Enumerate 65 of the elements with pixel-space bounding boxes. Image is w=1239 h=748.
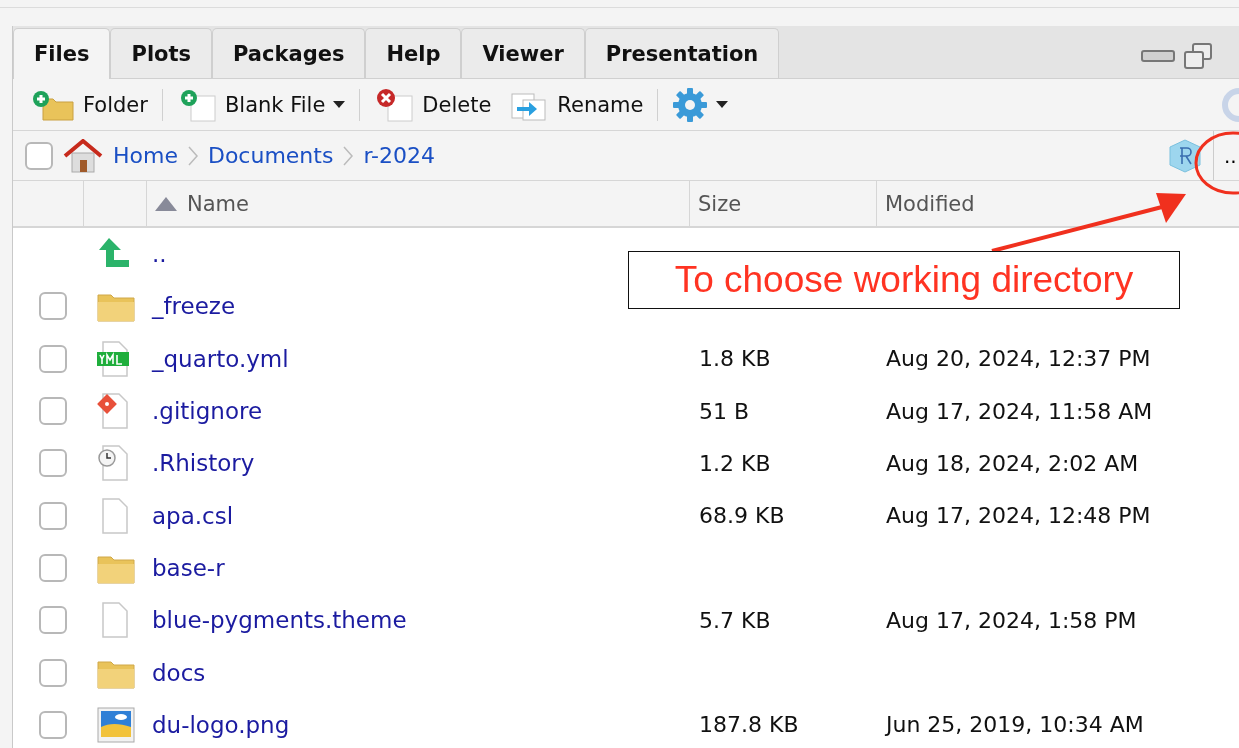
file-name-link[interactable]: .Rhistory bbox=[152, 450, 255, 477]
toolbar-button[interactable]: Folder bbox=[27, 88, 152, 121]
tab[interactable]: Packages bbox=[212, 28, 366, 78]
row-checkbox[interactable] bbox=[39, 397, 67, 426]
sort-arrow-icon bbox=[155, 196, 177, 211]
file-name-link[interactable]: docs bbox=[152, 659, 206, 686]
select-all-checkbox[interactable] bbox=[25, 141, 53, 170]
file-size: 1.8 KB bbox=[698, 346, 771, 372]
minimize-icon[interactable] bbox=[1141, 49, 1175, 63]
breadcrumb-link[interactable]: Documents bbox=[207, 143, 334, 168]
toolbar-button[interactable]: Rename bbox=[505, 87, 648, 122]
file-name-link[interactable]: .gitignore bbox=[152, 398, 263, 425]
delete-icon bbox=[374, 87, 415, 122]
modified-date: Aug 17, 2024, 11:58 AM bbox=[885, 398, 1153, 424]
file-size: 1.2 KB bbox=[698, 450, 771, 476]
caret-icon bbox=[333, 101, 346, 108]
gear-icon bbox=[672, 86, 709, 123]
column-header[interactable]: Size bbox=[689, 181, 876, 226]
modified-date: Jun 25, 2019, 10:34 AM bbox=[884, 712, 1144, 738]
breadcrumb-link[interactable]: r-2024 bbox=[363, 143, 435, 168]
tab[interactable]: Plots bbox=[110, 28, 213, 78]
file-name-link[interactable]: blue-pygments.theme bbox=[152, 607, 407, 634]
chevron-icon bbox=[187, 145, 198, 166]
column-label: Size bbox=[698, 191, 742, 216]
toolbar-button[interactable]: Delete bbox=[370, 87, 496, 122]
caret-icon bbox=[716, 101, 729, 108]
tab[interactable]: Files bbox=[13, 28, 111, 79]
toolbar-button[interactable]: Blank File bbox=[172, 87, 350, 122]
row-checkbox[interactable] bbox=[39, 606, 67, 635]
modified-date: Aug 18, 2024, 2:02 AM bbox=[885, 450, 1139, 476]
annotation-label: To choose working directory bbox=[628, 251, 1180, 309]
home-icon[interactable] bbox=[63, 138, 103, 173]
file-size: 187.8 KB bbox=[698, 712, 799, 738]
file-name-link[interactable]: du-logo.png bbox=[152, 711, 290, 738]
row-checkbox[interactable] bbox=[39, 292, 67, 321]
tab[interactable]: Help bbox=[365, 28, 462, 78]
image-file-icon bbox=[97, 706, 135, 743]
modified-date: Aug 17, 2024, 1:58 PM bbox=[885, 607, 1137, 633]
row-checkbox[interactable] bbox=[39, 501, 67, 530]
row-checkbox[interactable] bbox=[39, 344, 67, 373]
file-name-link[interactable]: _freeze bbox=[152, 293, 236, 320]
file-name-link[interactable]: base-r bbox=[152, 554, 225, 581]
new-folder-icon bbox=[31, 88, 75, 121]
file-size: 5.7 KB bbox=[698, 607, 771, 633]
modified-date: Aug 20, 2024, 12:37 PM bbox=[885, 346, 1151, 372]
maximize-icon[interactable] bbox=[1183, 42, 1213, 70]
r-project-icon[interactable] bbox=[1167, 137, 1203, 174]
row-checkbox[interactable] bbox=[39, 710, 67, 739]
column-label: Name bbox=[187, 191, 249, 216]
breadcrumb-link[interactable]: Home bbox=[113, 143, 178, 168]
modified-date: Aug 17, 2024, 12:48 PM bbox=[885, 503, 1151, 529]
chevron-icon bbox=[343, 145, 354, 166]
tab[interactable]: Presentation bbox=[584, 28, 780, 78]
file-size: 51 B bbox=[698, 398, 750, 424]
tab[interactable]: Viewer bbox=[461, 28, 585, 78]
column-label: Modified bbox=[885, 191, 975, 216]
row-checkbox[interactable] bbox=[39, 449, 67, 478]
refresh-icon[interactable] bbox=[1219, 86, 1239, 123]
file-name-link[interactable]: _quarto.yml bbox=[152, 345, 289, 372]
row-checkbox[interactable] bbox=[39, 553, 67, 582]
row-checkbox[interactable] bbox=[39, 658, 67, 687]
column-header[interactable]: Name bbox=[146, 181, 689, 226]
file-name-link[interactable]: .. bbox=[152, 241, 167, 268]
file-name-link[interactable]: apa.csl bbox=[152, 502, 234, 529]
file-size: 68.9 KB bbox=[698, 503, 785, 529]
